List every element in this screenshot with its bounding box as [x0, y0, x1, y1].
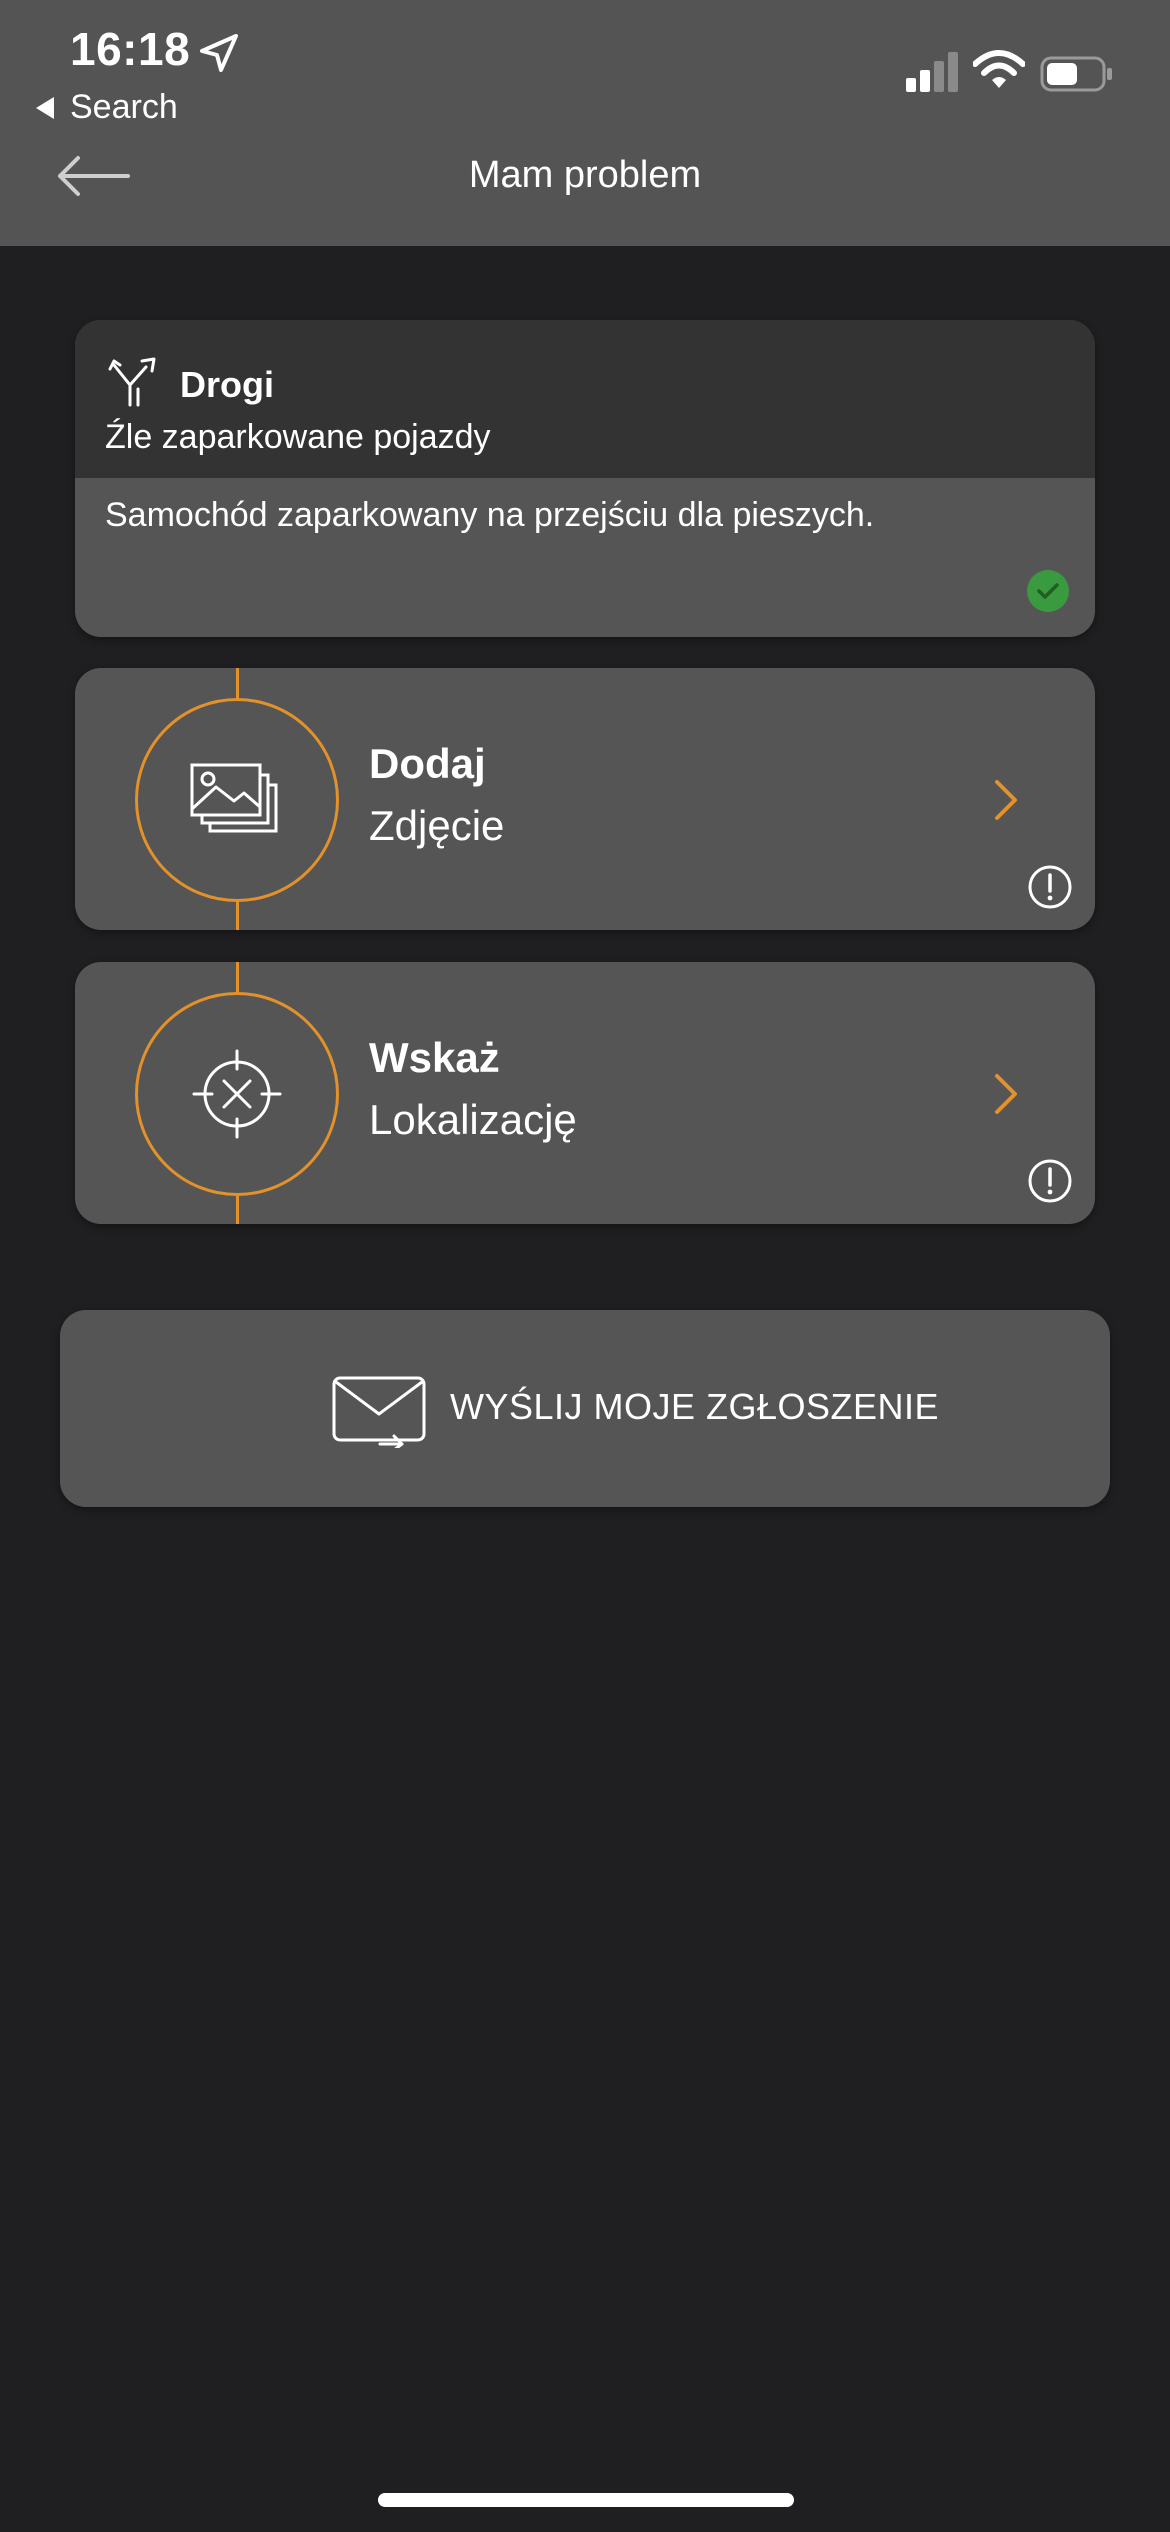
- category-header: Drogi Źle zaparkowane pojazdy: [75, 320, 1095, 478]
- category-description: Samochód zaparkowany na przejściu dla pi…: [105, 496, 875, 534]
- step-circle: [135, 698, 339, 902]
- chevron-right-icon: [995, 1074, 1017, 1114]
- back-to-search-button[interactable]: Search: [36, 88, 178, 127]
- header: 16:18 Search Mam problem: [0, 0, 1170, 246]
- crosshair-icon: [192, 1049, 282, 1139]
- category-subcategory: Źle zaparkowane pojazdy: [105, 418, 491, 456]
- category-card[interactable]: Drogi Źle zaparkowane pojazdy Samochód z…: [75, 320, 1095, 637]
- step-subtitle: Lokalizację: [369, 1096, 577, 1143]
- category-name: Drogi: [180, 364, 274, 405]
- battery-icon: [1040, 56, 1112, 92]
- step-subtitle: Zdjęcie: [369, 802, 505, 849]
- set-location-step[interactable]: Wskaż Lokalizację: [75, 962, 1095, 1224]
- chevron-right-icon: [995, 780, 1017, 820]
- status-time: 16:18: [70, 23, 191, 75]
- step-circle: [135, 992, 339, 1196]
- location-arrow-icon: [200, 34, 238, 72]
- home-indicator[interactable]: [378, 2493, 794, 2507]
- back-to-search-label: Search: [70, 88, 178, 126]
- send-report-button[interactable]: WYŚLIJ MOJE ZGŁOSZENIE: [60, 1310, 1110, 1507]
- add-photo-step[interactable]: Dodaj Zdjęcie: [75, 668, 1095, 930]
- cellular-signal-icon: [906, 52, 958, 92]
- wifi-icon: [973, 50, 1025, 88]
- send-report-label: WYŚLIJ MOJE ZGŁOSZENIE: [450, 1386, 940, 1427]
- step-title: Dodaj: [369, 740, 486, 787]
- warning-circle-icon: [1028, 1159, 1072, 1203]
- page-title: Mam problem: [468, 154, 702, 196]
- mail-send-icon: [332, 1376, 426, 1448]
- step-title: Wskaż: [369, 1034, 500, 1081]
- road-fork-icon: [108, 357, 156, 407]
- check-circle-icon: [1027, 570, 1069, 612]
- warning-circle-icon: [1028, 865, 1072, 909]
- back-triangle-icon: [36, 96, 54, 119]
- photos-icon: [190, 763, 278, 833]
